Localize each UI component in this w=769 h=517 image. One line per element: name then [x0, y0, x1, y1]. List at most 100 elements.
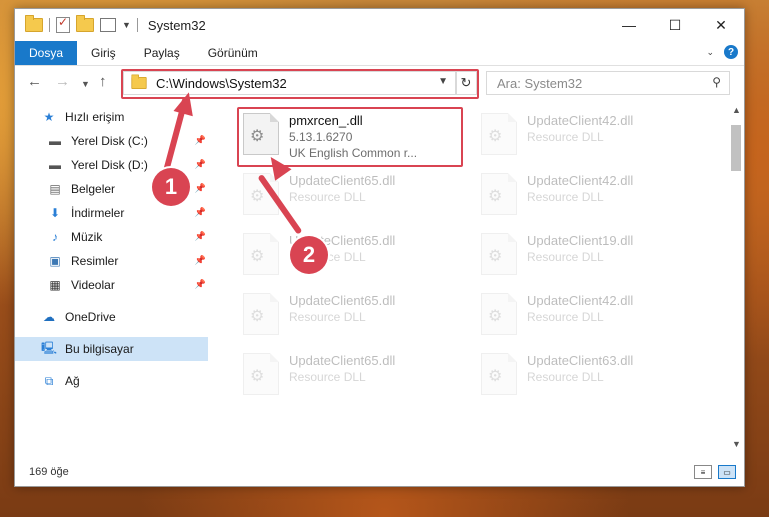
file-item[interactable]: ⚙ UpdateClient42.dll Resource DLL: [475, 107, 707, 163]
divider: [136, 18, 138, 32]
file-name: UpdateClient42.dll: [527, 293, 634, 308]
large-icons-view-icon[interactable]: ▭: [718, 465, 736, 479]
divider: [49, 18, 50, 32]
dll-file-icon: ⚙: [481, 233, 517, 275]
view-buttons: ≡ ▭: [694, 465, 736, 479]
search-icon[interactable]: ⚲: [712, 75, 721, 89]
chevron-down-icon[interactable]: ▼: [122, 20, 131, 30]
window-controls: — ☐ ✕: [606, 9, 744, 41]
dll-file-icon: ⚙: [481, 113, 517, 155]
sidebar-item-label: Videolar: [71, 278, 115, 292]
navigation-pane: ★ Hızlı erişim ▬ Yerel Disk (C:) 📌 ▬ Yer…: [15, 105, 210, 455]
file-item[interactable]: ⚙ UpdateClient63.dll Resource DLL: [475, 347, 707, 403]
customize-icon[interactable]: [100, 18, 116, 32]
pin-icon[interactable]: 📌: [195, 207, 206, 218]
pin-icon[interactable]: 📌: [195, 183, 206, 194]
dll-file-icon: ⚙: [481, 353, 517, 395]
quick-access-toolbar: ▼: [25, 15, 138, 33]
folder-icon: [25, 15, 43, 32]
file-item[interactable]: ⚙ UpdateClient65.dll Resource DLL: [237, 287, 469, 343]
pin-icon[interactable]: 📌: [195, 255, 206, 266]
up-arrow-icon[interactable]: ↑: [99, 73, 107, 90]
sidebar-item-label: Yerel Disk (D:): [71, 158, 148, 172]
scroll-up-icon[interactable]: ▲: [732, 105, 741, 115]
dll-file-icon: ⚙: [243, 233, 279, 275]
new-folder-icon[interactable]: [76, 15, 94, 32]
file-item[interactable]: ⚙ UpdateClient65.dll Resource DLL: [237, 227, 469, 283]
drive-icon: ▬: [49, 158, 61, 172]
music-icon: ♪: [52, 230, 58, 244]
file-name: UpdateClient42.dll: [527, 113, 634, 128]
file-item[interactable]: ⚙ UpdateClient65.dll Resource DLL: [237, 347, 469, 403]
recent-locations-icon[interactable]: ▼: [81, 79, 90, 89]
file-description: Resource DLL: [289, 190, 366, 204]
file-name: UpdateClient65.dll: [289, 353, 396, 368]
file-name: UpdateClient42.dll: [527, 173, 634, 188]
window-title: System32: [147, 17, 206, 33]
sidebar-item-label: Yerel Disk (C:): [71, 134, 148, 148]
back-arrow-icon[interactable]: ←: [27, 73, 42, 90]
status-bar: 169 öğe ≡ ▭: [15, 458, 744, 486]
details-view-icon[interactable]: ≡: [694, 465, 712, 479]
download-icon: ⬇: [49, 206, 61, 220]
tab-home[interactable]: Giriş: [77, 46, 130, 60]
star-icon: ★: [43, 110, 55, 124]
vertical-scrollbar[interactable]: ▲ ▼: [728, 101, 744, 451]
forward-arrow-icon[interactable]: →: [55, 73, 70, 90]
network-icon: ⧉: [44, 373, 54, 388]
sidebar-item-onedrive[interactable]: ☁ OneDrive: [15, 305, 210, 329]
dll-file-icon: ⚙: [481, 293, 517, 335]
sidebar-item-label: Belgeler: [71, 182, 116, 196]
file-description: Resource DLL: [527, 190, 604, 204]
minimize-button[interactable]: —: [606, 9, 652, 41]
pin-icon[interactable]: 📌: [195, 231, 206, 242]
sidebar-item-label: OneDrive: [65, 310, 116, 324]
sidebar-item-label: Ağ: [65, 374, 80, 388]
file-description: Resource DLL: [527, 370, 604, 384]
search-box[interactable]: Ara: System32 ⚲: [486, 71, 730, 95]
file-name: UpdateClient19.dll: [527, 233, 634, 248]
file-name: UpdateClient63.dll: [527, 353, 634, 368]
file-item[interactable]: ⚙ UpdateClient42.dll Resource DLL: [475, 167, 707, 223]
sidebar-item-downloads[interactable]: ⬇ İndirmeler 📌: [15, 201, 210, 225]
sidebar-item-label: İndirmeler: [71, 206, 125, 220]
dll-file-icon: ⚙: [481, 173, 517, 215]
pin-icon[interactable]: 📌: [195, 135, 206, 146]
ribbon-tabs: Dosya Giriş Paylaş Görünüm ⌄ ?: [15, 41, 744, 66]
close-button[interactable]: ✕: [698, 9, 744, 41]
file-name: UpdateClient65.dll: [289, 293, 396, 308]
dll-file-icon: ⚙: [243, 353, 279, 395]
scroll-thumb[interactable]: [731, 125, 741, 171]
dll-file-icon: ⚙: [243, 293, 279, 335]
documents-icon: ▤: [49, 182, 61, 196]
file-item[interactable]: ⚙ UpdateClient42.dll Resource DLL: [475, 287, 707, 343]
sidebar-item-local-disk-c[interactable]: ▬ Yerel Disk (C:) 📌: [15, 129, 210, 153]
pictures-icon: ▣: [49, 254, 61, 268]
step-badge-1: 1: [152, 168, 190, 206]
sidebar-item-music[interactable]: ♪ Müzik 📌: [15, 225, 210, 249]
computer-icon: 🖳: [41, 340, 58, 355]
help-icon[interactable]: ?: [724, 45, 738, 59]
sidebar-item-this-pc[interactable]: 🖳 Bu bilgisayar: [15, 337, 208, 361]
videos-icon: ▦: [49, 278, 61, 292]
maximize-button[interactable]: ☐: [652, 9, 698, 41]
explorer-window: ▼ System32 — ☐ ✕ Dosya Giriş Paylaş Görü…: [14, 8, 745, 487]
drive-icon: ▬: [49, 134, 61, 148]
file-description: Resource DLL: [527, 130, 604, 144]
search-input[interactable]: Ara: System32: [497, 76, 582, 91]
expand-ribbon-icon[interactable]: ⌄: [706, 47, 714, 58]
sidebar-item-label: Resimler: [71, 254, 119, 268]
tab-share[interactable]: Paylaş: [130, 46, 194, 60]
tab-view[interactable]: Görünüm: [194, 46, 272, 60]
sidebar-item-pictures[interactable]: ▣ Resimler 📌: [15, 249, 210, 273]
step-badge-2: 2: [290, 236, 328, 274]
properties-check-icon[interactable]: [56, 15, 70, 33]
pin-icon[interactable]: 📌: [195, 159, 206, 170]
tab-file[interactable]: Dosya: [15, 41, 78, 65]
pin-icon[interactable]: 📌: [195, 279, 206, 290]
sidebar-item-label: Müzik: [71, 230, 103, 244]
scroll-down-icon[interactable]: ▼: [732, 439, 741, 449]
sidebar-item-videos[interactable]: ▦ Videolar 📌: [15, 273, 210, 297]
sidebar-item-network[interactable]: ⧉ Ağ: [15, 369, 210, 393]
file-item[interactable]: ⚙ UpdateClient19.dll Resource DLL: [475, 227, 707, 283]
